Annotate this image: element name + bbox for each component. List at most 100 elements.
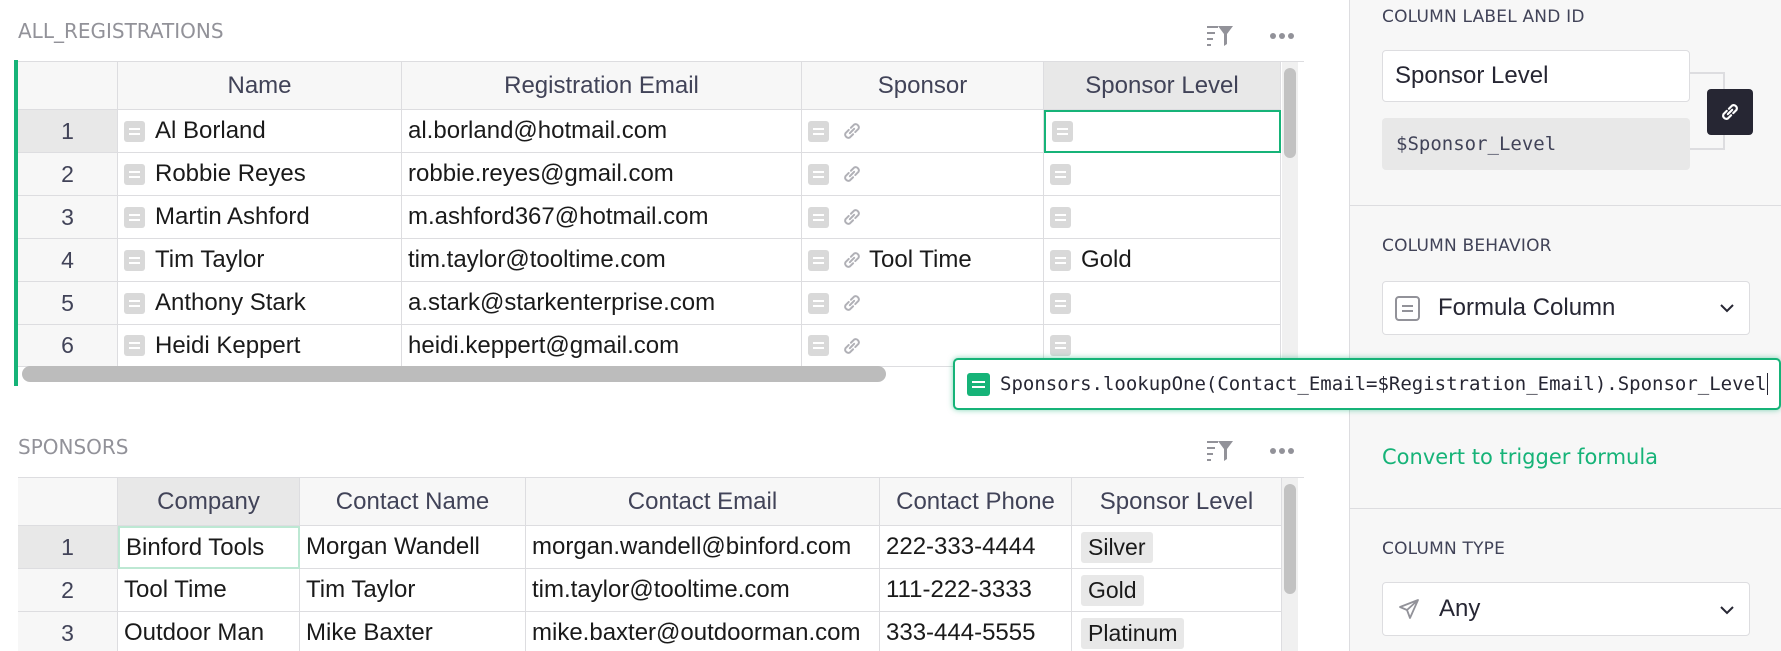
table-cell-sponsor-level-selected[interactable] (1044, 110, 1281, 153)
column-header-sponsor[interactable]: Sponsor (802, 62, 1044, 110)
formula-icon (124, 163, 145, 185)
cell-text: Anthony Stark (155, 289, 306, 316)
reference-link-icon (844, 337, 860, 354)
sort-filter-icon[interactable] (1206, 24, 1234, 48)
detach-link-button[interactable] (1707, 89, 1753, 135)
table-cell-name[interactable]: Anthony Stark (118, 282, 402, 325)
formula-icon (808, 292, 829, 314)
row-number[interactable]: 3 (18, 196, 118, 239)
table-cell-sponsor-level[interactable] (1044, 153, 1281, 196)
column-label-input[interactable]: Sponsor Level (1382, 50, 1690, 102)
table-cell-sponsor-level[interactable]: Gold (1072, 569, 1282, 612)
table-cell-sponsor-level[interactable]: Platinum (1072, 612, 1282, 651)
column-header-contact-email[interactable]: Contact Email (526, 478, 880, 526)
table-cell-contact-email[interactable]: tim.taylor@tooltime.com (526, 569, 880, 612)
table-cell-sponsor[interactable] (802, 153, 1044, 196)
row-number[interactable]: 1 (18, 110, 118, 153)
panel-divider (1350, 508, 1781, 509)
formula-column-icon (1395, 295, 1420, 321)
table-cell-sponsor-level[interactable] (1044, 196, 1281, 239)
table-cell-contact-name[interactable]: Mike Baxter (300, 612, 526, 651)
row-number[interactable]: 4 (18, 239, 118, 282)
table-cell-sponsor[interactable]: Tool Time (802, 239, 1044, 282)
reference-link-icon (844, 295, 860, 311)
row-number[interactable]: 1 (18, 526, 118, 569)
column-behavior-heading: COLUMN BEHAVIOR (1382, 236, 1552, 256)
vertical-scrollbar[interactable] (1282, 478, 1298, 651)
table-cell-sponsor[interactable] (802, 110, 1044, 153)
row-number[interactable]: 3 (18, 612, 118, 651)
formula-editor[interactable]: Sponsors.lookupOne(Contact_Email=$Regist… (953, 358, 1781, 410)
column-label-value: Sponsor Level (1395, 62, 1549, 89)
column-type-value: Any (1439, 595, 1481, 622)
column-header-company[interactable]: Company (118, 478, 300, 526)
formula-icon (124, 249, 145, 271)
table-cell-sponsor[interactable] (802, 196, 1044, 239)
formula-icon (808, 206, 829, 228)
vertical-scrollbar-thumb[interactable] (1284, 484, 1296, 594)
registrations-title: ALL_REGISTRATIONS (18, 19, 224, 43)
formula-icon (124, 120, 145, 142)
column-header-sponsor-level[interactable]: Sponsor Level (1044, 62, 1281, 110)
column-behavior-value: Formula Column (1438, 294, 1616, 321)
column-type-select[interactable]: Any (1382, 582, 1750, 636)
table-cell-email[interactable]: heidi.keppert@gmail.com (402, 325, 802, 367)
table-cell-email[interactable]: a.stark@starkenterprise.com (402, 282, 802, 325)
column-header-registration-email[interactable]: Registration Email (402, 62, 802, 110)
table-cell-name[interactable]: Martin Ashford (118, 196, 402, 239)
row-number[interactable]: 2 (18, 153, 118, 196)
formula-icon (124, 206, 145, 228)
table-cell-contact-name[interactable]: Tim Taylor (300, 569, 526, 612)
vertical-scrollbar-thumb[interactable] (1284, 68, 1296, 158)
table-cell-company-selected[interactable]: Binford Tools (118, 526, 300, 569)
link-icon (1722, 104, 1738, 120)
row-number[interactable]: 2 (18, 569, 118, 612)
column-behavior-select[interactable]: Formula Column (1382, 281, 1750, 335)
column-id-field[interactable]: $Sponsor_Level (1382, 118, 1690, 170)
convert-trigger-formula-link[interactable]: Convert to trigger formula (1382, 445, 1658, 469)
table-cell-email[interactable]: m.ashford367@hotmail.com (402, 196, 802, 239)
cell-text: Gold (1081, 246, 1132, 273)
more-options-icon[interactable] (1270, 32, 1294, 40)
grid-corner[interactable] (18, 478, 118, 526)
table-cell-name[interactable]: Heidi Keppert (118, 325, 402, 367)
table-cell-contact-email[interactable]: morgan.wandell@binford.com (526, 526, 880, 569)
table-cell-company[interactable]: Tool Time (118, 569, 300, 612)
row-number[interactable]: 6 (18, 325, 118, 367)
sponsors-grid: Company Contact Name Contact Email Conta… (18, 477, 1304, 651)
column-header-contact-name[interactable]: Contact Name (300, 478, 526, 526)
table-cell-company[interactable]: Outdoor Man (118, 612, 300, 651)
table-cell-sponsor-level[interactable]: Silver (1072, 526, 1282, 569)
table-cell-contact-phone[interactable]: 222-333-4444 (880, 526, 1072, 569)
table-cell-sponsor-level[interactable] (1044, 282, 1281, 325)
column-header-sponsor-level[interactable]: Sponsor Level (1072, 478, 1282, 526)
column-header-name[interactable]: Name (118, 62, 402, 110)
table-cell-sponsor[interactable] (802, 282, 1044, 325)
row-number[interactable]: 5 (18, 282, 118, 325)
table-cell-contact-phone[interactable]: 333-444-5555 (880, 612, 1072, 651)
cell-text: Martin Ashford (155, 203, 310, 230)
table-cell-name[interactable]: Tim Taylor (118, 239, 402, 282)
table-cell-email[interactable]: al.borland@hotmail.com (402, 110, 802, 153)
table-cell-contact-email[interactable]: mike.baxter@outdoorman.com (526, 612, 880, 651)
table-cell-contact-name[interactable]: Morgan Wandell (300, 526, 526, 569)
table-cell-email[interactable]: robbie.reyes@gmail.com (402, 153, 802, 196)
grid-corner[interactable] (18, 62, 118, 110)
table-cell-sponsor-level[interactable]: Gold (1044, 239, 1281, 282)
formula-icon (808, 120, 829, 142)
sort-filter-icon[interactable] (1206, 439, 1234, 463)
table-cell-name[interactable]: Al Borland (118, 110, 402, 153)
creator-panel: COLUMN LABEL AND ID Sponsor Level $Spons… (1349, 0, 1781, 651)
more-options-icon[interactable] (1270, 447, 1294, 455)
table-cell-email[interactable]: tim.taylor@tooltime.com (402, 239, 802, 282)
vertical-scrollbar[interactable] (1282, 62, 1298, 367)
formula-text[interactable]: Sponsors.lookupOne(Contact_Email=$Regist… (1000, 373, 1766, 395)
formula-icon (1050, 206, 1071, 228)
column-header-contact-phone[interactable]: Contact Phone (880, 478, 1072, 526)
horizontal-scrollbar-thumb[interactable] (22, 366, 886, 382)
panel-divider (1350, 205, 1781, 206)
send-icon (1399, 599, 1419, 619)
table-cell-name[interactable]: Robbie Reyes (118, 153, 402, 196)
reference-link-icon (844, 209, 860, 225)
table-cell-contact-phone[interactable]: 111-222-3333 (880, 569, 1072, 612)
